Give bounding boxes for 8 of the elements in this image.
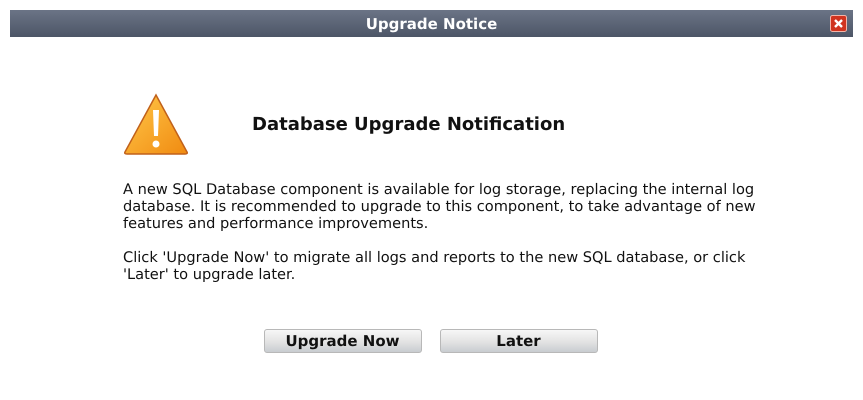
upgrade-now-button[interactable]: Upgrade Now — [264, 329, 422, 353]
later-button[interactable]: Later — [440, 329, 598, 353]
notice-heading: Database Upgrade Notification — [252, 114, 566, 134]
close-icon[interactable] — [830, 15, 847, 32]
warning-icon — [123, 93, 189, 155]
window-title: Upgrade Notice — [366, 14, 498, 32]
notice-paragraph: A new SQL Database component is available for log storage, replacing the internal log database. It is recommended to upgrade to this component, to take advantage of new features and performance improvements. — [123, 181, 757, 232]
notice-paragraph: Click 'Upgrade Now' to migrate all logs and reports to the new SQL database, or click 'Later' to upgrade later. — [123, 249, 746, 283]
